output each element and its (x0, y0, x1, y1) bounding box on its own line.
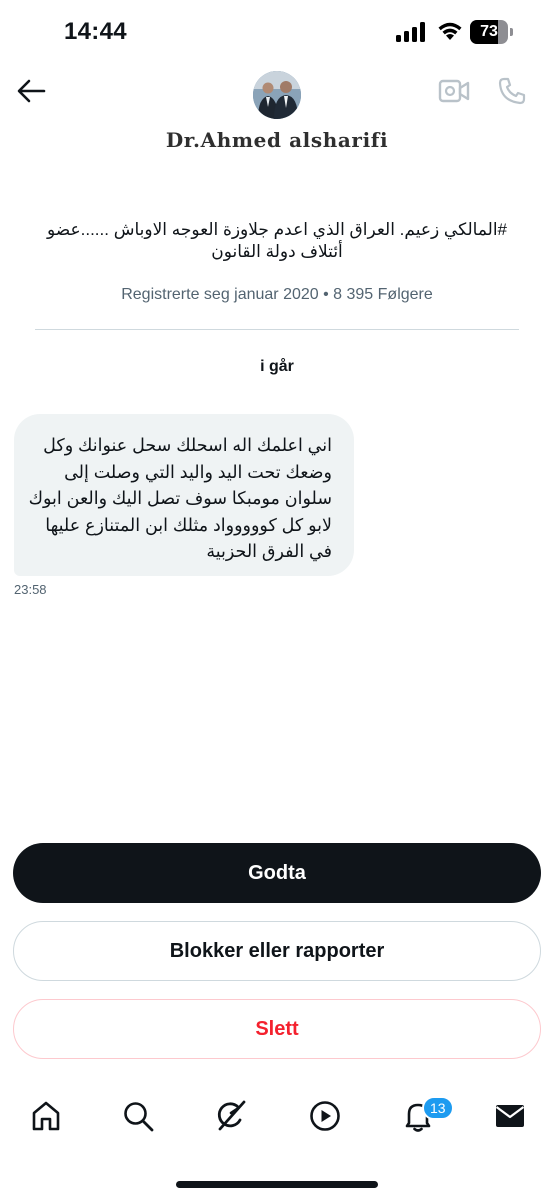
arrow-left-icon (16, 78, 46, 109)
profile-display-name: Dr.Ahmed alsharifi (165, 128, 389, 152)
date-separator: i går (260, 358, 294, 375)
block-or-report-button[interactable]: Blokker eller rapporter (13, 921, 541, 981)
accept-button[interactable]: Godta (13, 843, 541, 903)
grok-icon (213, 1098, 249, 1139)
wifi-icon (436, 20, 464, 47)
status-bar: 14:44 73 (0, 0, 554, 62)
cellular-signal-icon (396, 22, 426, 47)
message-bubble[interactable]: اني اعلمك اله اسحلك سحل عنوانك وكل وضعك … (14, 414, 354, 576)
profile-meta: Registrerte seg januar 2020 • 8 395 Følg… (121, 286, 433, 303)
tab-messages[interactable] (490, 1098, 530, 1138)
phone-icon (497, 76, 527, 111)
status-time: 14:44 (64, 18, 127, 45)
tab-home[interactable] (26, 1098, 66, 1138)
tab-video[interactable] (305, 1098, 345, 1138)
divider (35, 329, 519, 330)
avatar[interactable] (253, 71, 301, 119)
home-icon (29, 1099, 63, 1138)
tab-grok[interactable] (211, 1098, 251, 1138)
video-camera-icon (438, 78, 470, 109)
message-timestamp: 23:58 (14, 582, 47, 597)
search-icon (121, 1099, 155, 1138)
video-call-button[interactable] (436, 76, 472, 110)
video-play-icon (308, 1099, 342, 1138)
delete-button[interactable]: Slett (13, 999, 541, 1059)
bottom-tab-bar (0, 1080, 554, 1160)
battery-icon: 73 (470, 20, 514, 44)
battery-level: 73 (480, 23, 498, 40)
audio-call-button[interactable] (494, 75, 530, 111)
home-indicator[interactable] (176, 1181, 378, 1188)
messages-envelope-icon (493, 1099, 527, 1138)
tab-search[interactable] (118, 1098, 158, 1138)
back-button[interactable] (14, 76, 48, 110)
notification-count-badge: 13 (422, 1096, 454, 1120)
profile-bio: #المالكي زعيم. العراق الذي اعدم جلاوزة ا… (46, 220, 508, 261)
